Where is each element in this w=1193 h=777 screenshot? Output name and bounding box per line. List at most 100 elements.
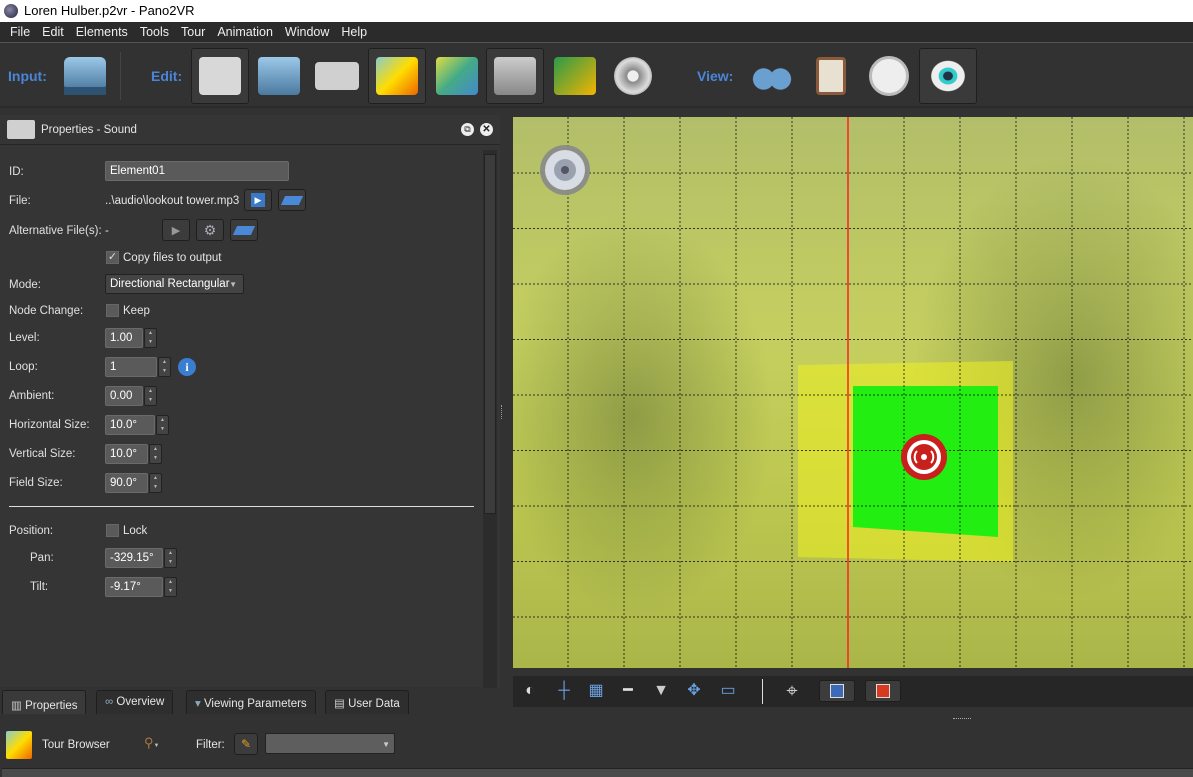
app-icon bbox=[4, 4, 18, 18]
horizontal-size-spinner[interactable] bbox=[156, 415, 169, 435]
menu-help[interactable]: Help bbox=[335, 25, 373, 39]
filter-select[interactable]: ▼ bbox=[265, 733, 395, 754]
dock-splitter[interactable] bbox=[953, 718, 971, 721]
menu-file[interactable]: File bbox=[4, 25, 36, 39]
close-panel-icon[interactable]: ✕ bbox=[480, 123, 493, 136]
filter-tag-button[interactable]: ✎ bbox=[234, 733, 258, 755]
tab-properties[interactable]: ▥ Properties bbox=[2, 690, 87, 714]
pan-input[interactable]: -329.15° bbox=[105, 548, 163, 568]
film-reel-icon bbox=[614, 57, 652, 95]
properties-button[interactable] bbox=[191, 48, 249, 104]
eye-icon bbox=[927, 57, 969, 95]
open-alt-button[interactable] bbox=[230, 219, 258, 241]
window-title: Loren Hulber.p2vr - Pano2VR bbox=[24, 3, 195, 18]
loop-spinner[interactable] bbox=[158, 357, 171, 377]
stamp-dropdown-icon[interactable]: ⚲▼ bbox=[144, 735, 166, 753]
play-alt-button[interactable]: ▶ bbox=[162, 219, 190, 241]
tilt-spinner[interactable] bbox=[164, 577, 177, 597]
crosshair-line-icon[interactable]: ┼ bbox=[553, 681, 575, 701]
sliders-icon: ▥ bbox=[11, 700, 26, 712]
file-value: ..\audio\lookout tower.mp3 bbox=[105, 195, 240, 207]
blue-color-button[interactable] bbox=[819, 680, 855, 702]
loop-input[interactable]: 1 bbox=[105, 357, 157, 377]
panorama-eye-icon bbox=[258, 57, 300, 95]
level-input[interactable]: 1.00 bbox=[105, 328, 143, 348]
viewing-cone-icon[interactable]: ▼ bbox=[650, 681, 672, 701]
preview-button[interactable] bbox=[919, 48, 977, 104]
tab-viewing-parameters[interactable]: ▾ Viewing Parameters bbox=[186, 690, 316, 714]
vertical-size-input[interactable]: 10.0° bbox=[105, 444, 148, 464]
pan-spinner[interactable] bbox=[164, 548, 177, 568]
viewing-parameters-button[interactable] bbox=[250, 48, 308, 104]
keep-checkbox[interactable] bbox=[106, 304, 119, 317]
tour-browser-title: Tour Browser bbox=[42, 739, 110, 751]
copy-files-checkbox[interactable]: ✓ bbox=[106, 251, 119, 264]
vertical-size-spinner[interactable] bbox=[149, 444, 162, 464]
folder-icon bbox=[232, 225, 256, 235]
scrollbar-thumb[interactable] bbox=[484, 154, 496, 514]
viewing-parameters-view-button[interactable] bbox=[860, 48, 918, 104]
level-spinner[interactable] bbox=[144, 328, 157, 348]
add-panorama-button[interactable] bbox=[56, 48, 114, 104]
panel-scrollbar[interactable] bbox=[483, 150, 497, 688]
overview-button[interactable] bbox=[743, 48, 801, 104]
bottom-panel bbox=[2, 768, 1193, 777]
folder-icon bbox=[280, 195, 304, 205]
field-size-input[interactable]: 90.0° bbox=[105, 473, 148, 493]
tab-user-data[interactable]: ▤ User Data bbox=[325, 690, 409, 714]
keep-label: Keep bbox=[123, 305, 150, 317]
panel-title: Properties - Sound bbox=[41, 124, 137, 136]
horizon-icon[interactable]: ━ bbox=[617, 681, 639, 701]
vertical-size-label: Vertical Size: bbox=[9, 448, 76, 460]
sound-hotspot-icon[interactable] bbox=[901, 434, 947, 480]
menu-animation[interactable]: Animation bbox=[211, 25, 279, 39]
menu-window[interactable]: Window bbox=[279, 25, 335, 39]
patch-input-button[interactable] bbox=[486, 48, 544, 104]
user-data-button[interactable] bbox=[308, 48, 366, 104]
mode-select[interactable]: Directional Rectangular ▼ bbox=[105, 274, 244, 294]
view-label: View: bbox=[697, 68, 734, 84]
tab-overview[interactable]: ∞ Overview bbox=[96, 690, 174, 714]
red-color-button[interactable] bbox=[865, 680, 901, 702]
float-panel-icon[interactable]: ⧉ bbox=[461, 123, 474, 136]
tour-browser-button[interactable] bbox=[368, 48, 426, 104]
horizontal-size-input[interactable]: 10.0° bbox=[105, 415, 155, 435]
ambient-sound-icon[interactable] bbox=[540, 145, 590, 195]
play-file-button[interactable]: ▶ bbox=[244, 189, 272, 211]
node-change-label: Node Change: bbox=[9, 305, 84, 317]
tilt-input[interactable]: -9.17° bbox=[105, 577, 163, 597]
panorama-viewer[interactable] bbox=[513, 117, 1193, 668]
menu-tour[interactable]: Tour bbox=[175, 25, 211, 39]
menu-elements[interactable]: Elements bbox=[70, 25, 134, 39]
color-swatch-icon bbox=[830, 684, 844, 698]
position-label: Position: bbox=[9, 525, 54, 537]
move-icon[interactable]: ✥ bbox=[683, 681, 705, 701]
menu-tools[interactable]: Tools bbox=[134, 25, 175, 39]
properties-view-button[interactable] bbox=[802, 48, 860, 104]
lock-checkbox[interactable] bbox=[106, 524, 119, 537]
ambient-spinner[interactable] bbox=[144, 386, 157, 406]
menu-edit[interactable]: Edit bbox=[36, 25, 70, 39]
tilt-label: Tilt: bbox=[30, 581, 49, 593]
mode-value: Directional Rectangular bbox=[110, 278, 230, 290]
ambient-input[interactable]: 0.00 bbox=[105, 386, 143, 406]
compass-icon[interactable]: ◐ bbox=[519, 681, 541, 701]
target-icon[interactable]: ⌖ bbox=[781, 681, 803, 701]
animation-button[interactable] bbox=[604, 48, 662, 104]
open-file-button[interactable] bbox=[278, 189, 306, 211]
copy-files-label: Copy files to output bbox=[123, 252, 222, 264]
id-card-icon bbox=[315, 62, 359, 90]
google-street-view-button[interactable] bbox=[546, 48, 604, 104]
alt-file-label: Alternative File(s): bbox=[9, 225, 102, 237]
grid-icon[interactable]: ▦ bbox=[585, 681, 607, 701]
alt-settings-button[interactable]: ⚙ bbox=[196, 219, 224, 241]
info-icon[interactable]: i bbox=[178, 358, 196, 376]
panorama-icon[interactable]: ▭ bbox=[717, 681, 739, 701]
edit-label: Edit: bbox=[151, 68, 183, 84]
field-size-spinner[interactable] bbox=[149, 473, 162, 493]
tour-map-button[interactable] bbox=[428, 48, 486, 104]
street-view-icon bbox=[554, 57, 596, 95]
id-input[interactable]: Element01 bbox=[105, 161, 289, 181]
tab-label: Overview bbox=[116, 696, 165, 708]
splitter-handle[interactable] bbox=[501, 405, 504, 419]
